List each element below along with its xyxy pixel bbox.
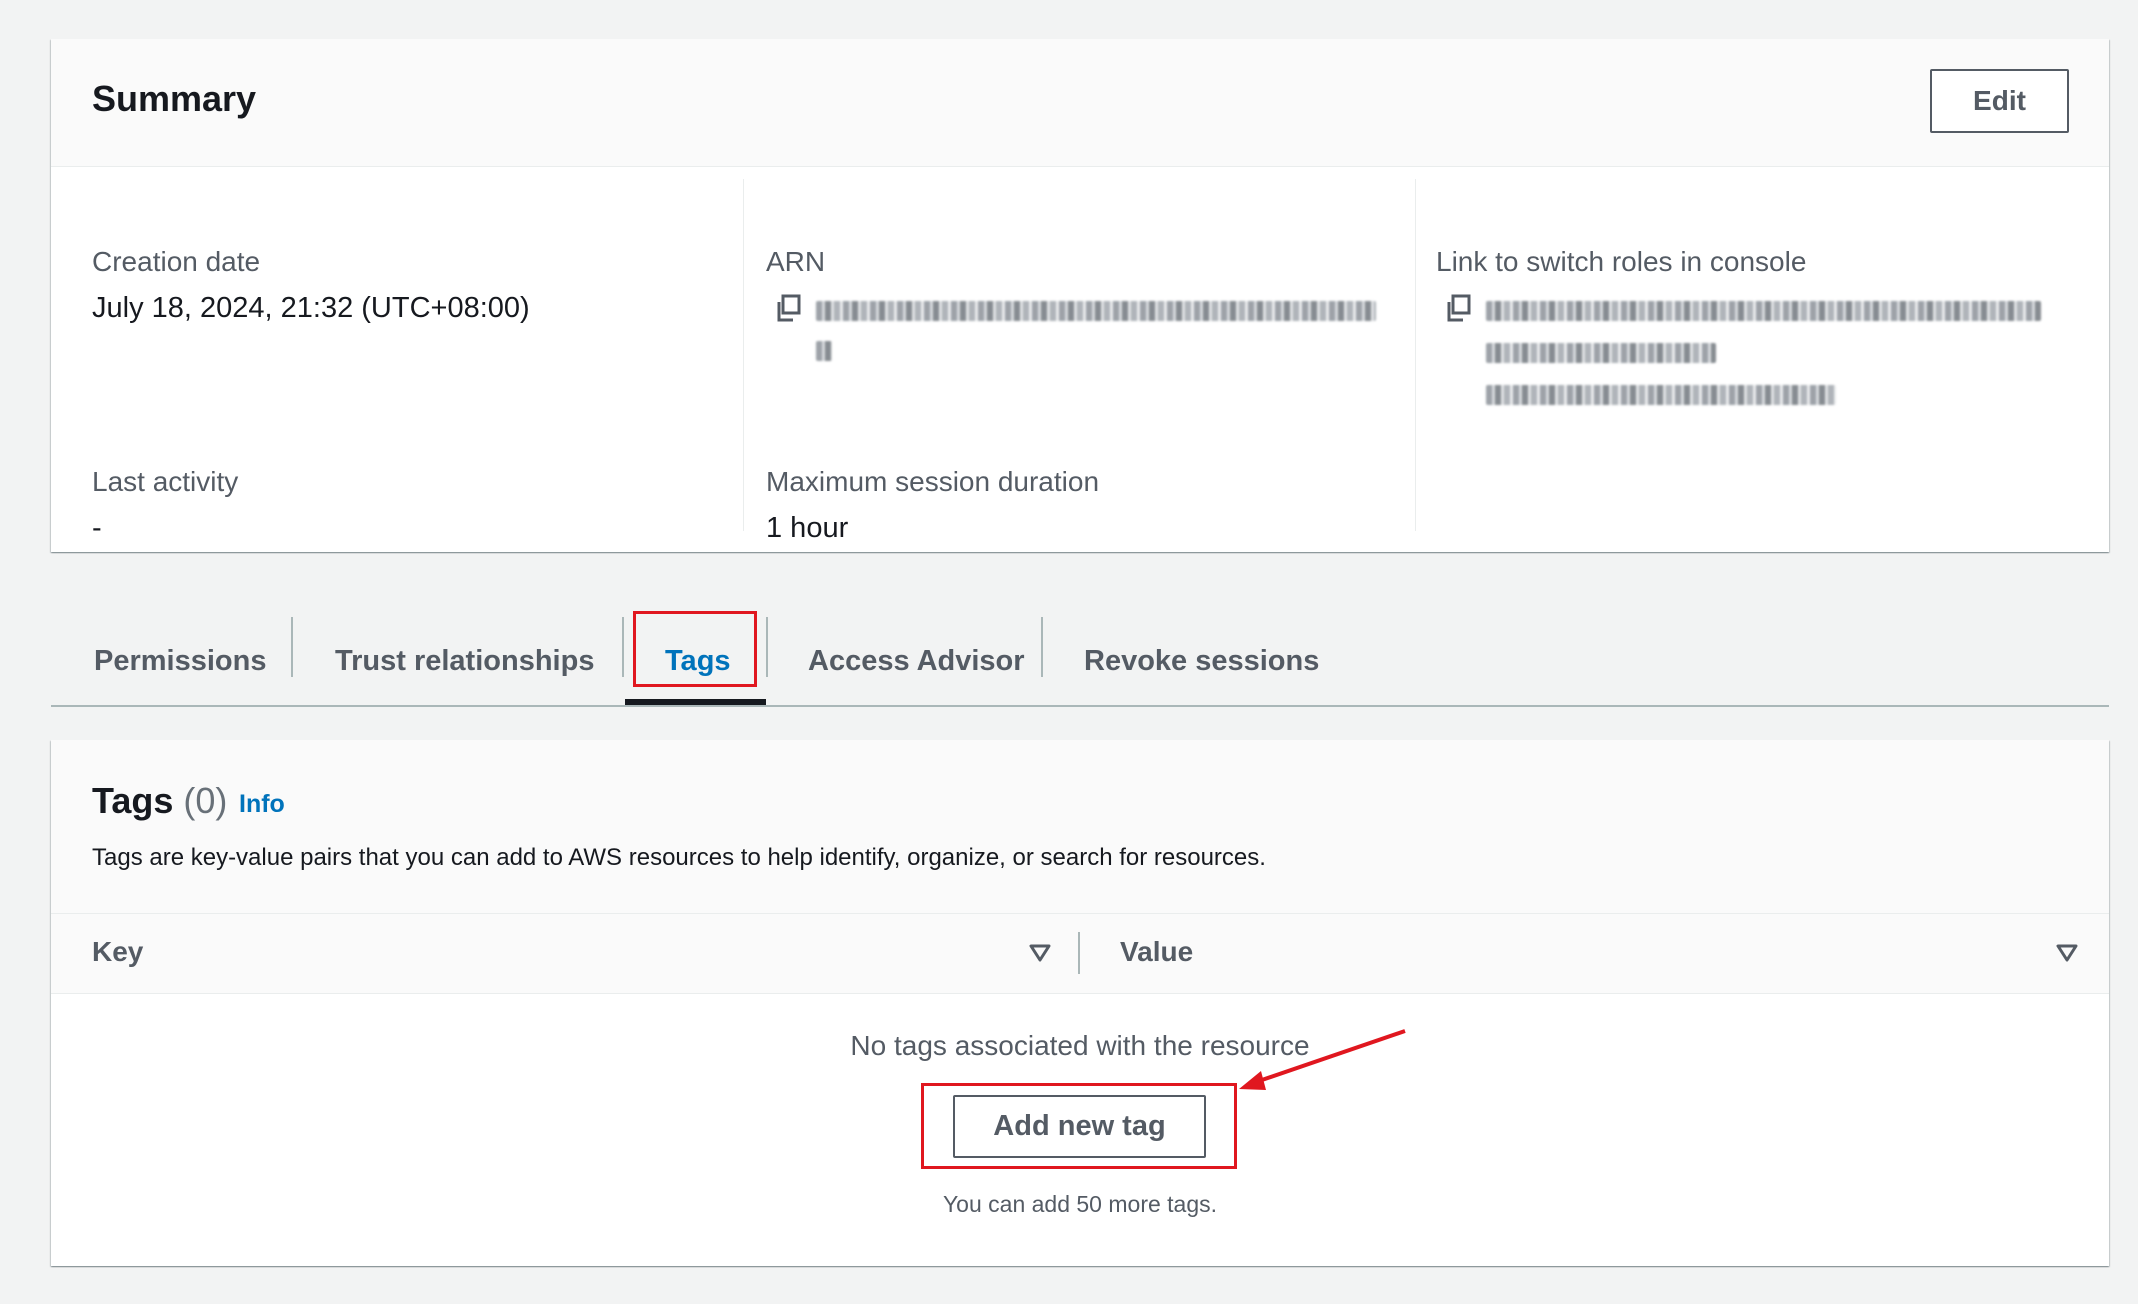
tags-count: (0) [183,780,228,821]
summary-panel: Summary Edit Creation date July 18, 2024… [51,39,2109,552]
creation-date-label: Creation date [92,246,261,277]
tab-trust-relationships[interactable]: Trust relationships [335,630,594,692]
column-separator [1078,932,1080,974]
last-activity-value: - [92,512,102,544]
tags-panel: Tags (0) Info Tags are key-value pairs t… [51,740,2109,1266]
tags-remaining-hint: You can add 50 more tags. [942,1191,1218,1217]
arn-label: ARN [766,246,826,277]
sort-caret-icon[interactable] [1027,940,1053,966]
tab-access-advisor[interactable]: Access Advisor [808,630,1025,692]
annotation-highlight-add-tag [921,1083,1237,1169]
column-header-value[interactable]: Value [1120,936,1193,968]
switch-roles-label: Link to switch roles in console [1436,246,1807,277]
tags-description: Tags are key-value pairs that you can ad… [92,844,1266,871]
last-activity-label: Last activity [92,466,239,497]
active-tab-indicator [625,699,766,705]
column-header-key[interactable]: Key [92,936,143,968]
summary-header: Summary Edit [51,39,2109,167]
summary-column-1: Creation date July 18, 2024, 21:32 (UTC+… [51,179,743,544]
tab-separator [766,617,768,677]
tab-separator [622,617,624,677]
summary-column-2: ARN Maximum session duration 1 hour [743,179,1416,544]
empty-state-message: No tags associated with the resource [850,1030,1310,1061]
edit-button[interactable]: Edit [1930,69,2069,133]
tags-header: Tags (0) Info Tags are key-value pairs t… [51,740,2109,914]
tags-title: Tags (0) [92,780,227,822]
tab-separator [291,617,293,677]
max-session-value: 1 hour [766,512,849,544]
tab-permissions[interactable]: Permissions [94,630,266,692]
summary-title: Summary [92,78,257,119]
tab-separator [1041,617,1043,677]
annotation-highlight-tags-tab [633,611,757,687]
summary-column-3: Link to switch roles in console [1415,179,2110,531]
tags-table-header: Key Value [51,914,2109,994]
creation-date-value: July 18, 2024, 21:32 (UTC+08:00) [92,292,530,324]
tab-bar: Permissions Trust relationships Tags Acc… [51,600,2109,707]
copy-icon[interactable] [1444,293,1472,323]
info-link[interactable]: Info [239,790,285,819]
tab-revoke-sessions[interactable]: Revoke sessions [1084,630,1319,692]
sort-caret-icon[interactable] [2054,940,2080,966]
tags-title-text: Tags [92,780,174,821]
max-session-label: Maximum session duration [766,466,1100,497]
copy-icon[interactable] [774,293,802,323]
